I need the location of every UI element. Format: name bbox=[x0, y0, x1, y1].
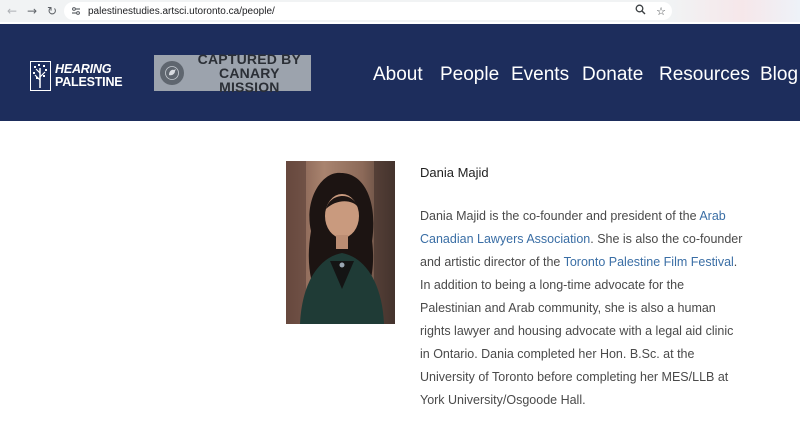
arrow-right-icon: → bbox=[26, 4, 38, 18]
back-button[interactable]: ← bbox=[2, 1, 22, 21]
forward-button[interactable]: → bbox=[22, 1, 42, 21]
bio-text: York University/Osgoode Hall. bbox=[420, 393, 586, 407]
bio-text: Palestinian and Arab community, she is a… bbox=[420, 301, 716, 315]
bio-line: Canadian Lawyers Association. She is als… bbox=[420, 228, 760, 251]
reload-icon: ↻ bbox=[46, 4, 58, 18]
person-bio: Dania Majid is the co-founder and presid… bbox=[420, 205, 760, 412]
bio-line: in Ontario. Dania completed her Hon. B.S… bbox=[420, 343, 760, 366]
bio-line: Dania Majid is the co-founder and presid… bbox=[420, 205, 760, 228]
address-bar[interactable]: palestinestudies.artsci.utoronto.ca/peop… bbox=[64, 2, 672, 20]
bio-text: University of Toronto before completing … bbox=[420, 370, 729, 384]
person-name: Dania Majid bbox=[420, 165, 489, 180]
bio-link[interactable]: Arab bbox=[699, 209, 725, 223]
profile-photo bbox=[286, 161, 395, 324]
bio-text: rights lawyer and housing advocate with … bbox=[420, 324, 734, 338]
bio-text: and artistic director of the bbox=[420, 255, 564, 269]
bio-line: In addition to being a long-time advocat… bbox=[420, 274, 760, 297]
bio-line: York University/Osgoode Hall. bbox=[420, 389, 760, 412]
badge-line-1: CAPTURED BY bbox=[197, 51, 301, 67]
badge-line-2: CANARY MISSION bbox=[219, 65, 280, 95]
bio-line: and artistic director of the Toronto Pal… bbox=[420, 251, 760, 274]
bird-icon bbox=[160, 61, 184, 85]
site-logo[interactable]: HEARING PALESTINE bbox=[30, 61, 123, 91]
bio-line: University of Toronto before completing … bbox=[420, 366, 760, 389]
site-settings-icon[interactable] bbox=[70, 5, 82, 17]
canary-mission-badge[interactable]: CAPTURED BY CANARY MISSION bbox=[154, 51, 311, 95]
bio-text: In addition to being a long-time advocat… bbox=[420, 278, 685, 292]
nav-blog[interactable]: Blog bbox=[760, 64, 798, 86]
reload-button[interactable]: ↻ bbox=[42, 1, 62, 21]
logo-tree-icon bbox=[30, 61, 51, 91]
bio-line: Palestinian and Arab community, she is a… bbox=[420, 297, 760, 320]
nav-events[interactable]: Events bbox=[511, 64, 582, 86]
bio-line: rights lawyer and housing advocate with … bbox=[420, 320, 760, 343]
bio-text: . She is also the co-founder bbox=[590, 232, 743, 246]
logo-line-2: PALESTINE bbox=[55, 75, 123, 89]
browser-toolbar: ← → ↻ palestinestudies.artsci.utoronto.c… bbox=[0, 0, 800, 22]
bio-text: in Ontario. Dania completed her Hon. B.S… bbox=[420, 347, 695, 361]
url-text[interactable]: palestinestudies.artsci.utoronto.ca/peop… bbox=[88, 6, 275, 17]
nav-people[interactable]: People bbox=[440, 64, 511, 86]
bio-text: Dania Majid is the co-founder and presid… bbox=[420, 209, 700, 223]
nav-resources[interactable]: Resources bbox=[659, 64, 760, 86]
nav-donate[interactable]: Donate bbox=[582, 64, 659, 86]
browser-toolbar-extension-area bbox=[672, 0, 800, 22]
bio-link[interactable]: Toronto Palestine Film Festival bbox=[564, 255, 734, 269]
arrow-left-icon: ← bbox=[6, 4, 18, 18]
star-icon[interactable]: ☆ bbox=[656, 5, 666, 18]
bio-link[interactable]: Canadian Lawyers Association bbox=[420, 232, 590, 246]
site-header: HEARING PALESTINE CAPTURED BY CANARY MIS… bbox=[0, 24, 800, 121]
bio-text: . bbox=[733, 255, 738, 269]
main-nav: About People Events Donate Resources Blo… bbox=[373, 64, 798, 86]
nav-about[interactable]: About bbox=[373, 64, 440, 86]
magnifier-icon[interactable] bbox=[635, 4, 646, 18]
